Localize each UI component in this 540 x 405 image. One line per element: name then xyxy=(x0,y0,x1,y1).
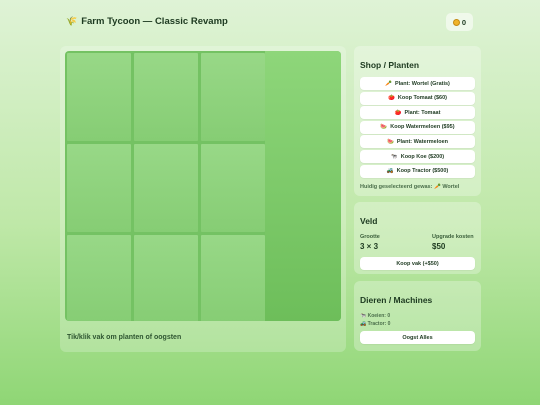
cows-count: 🐄 Koeien: 0 xyxy=(360,313,391,319)
shop-button-label: Plant: Wortel (Gratis) xyxy=(394,80,450,87)
coins-value: 0 xyxy=(461,17,467,27)
shop-button-label: Koop Koe ($200) xyxy=(400,153,445,160)
field-plot[interactable] xyxy=(134,53,198,141)
shop-button-label: Plant: Tomaat xyxy=(404,109,441,116)
field-plot[interactable] xyxy=(67,53,131,141)
shop-panel: Shop / Planten 🥕 Plant: Wortel (Gratis) 🍅 K… xyxy=(354,46,481,196)
shop-button[interactable]: 🍅 Koop Tomaat ($60) xyxy=(360,91,475,105)
field-plot[interactable] xyxy=(134,144,198,232)
animals-panel: Dieren / Machines 🐄 Koeien: 0 🚜 Tractor:… xyxy=(354,281,481,351)
field-panel: Veld Grootte 3 × 3 Upgrade kosten $50 Ko… xyxy=(354,202,481,274)
field-grid xyxy=(65,51,341,321)
selected-crop: Huidig geselecteerd gewas: 🥕 Wortel xyxy=(360,184,460,190)
shop-item-icon: 🍉 xyxy=(387,138,394,145)
shop-item-icon: 🍅 xyxy=(394,109,402,116)
app-title: Farm Tycoon — Classic Revamp xyxy=(81,16,228,27)
shop-item-icon: 🐄 xyxy=(390,153,398,160)
page-title: 🌾 Farm Tycoon — Classic Revamp xyxy=(66,16,228,27)
shop-button-label: Koop Tomaat ($60) xyxy=(397,95,447,102)
shop-button[interactable]: 🍉 Koop Watermeloen ($95) xyxy=(360,120,475,134)
shop-button-label: Koop Watermeloen ($95) xyxy=(390,124,455,131)
shop-button[interactable]: 🍅 Plant: Tomaat xyxy=(360,106,475,120)
shop-item-icon: 🍅 xyxy=(388,95,395,102)
coins-badge: 0 xyxy=(446,13,473,31)
field-plot[interactable] xyxy=(67,235,131,321)
shop-item-icon: 🚜 xyxy=(386,168,394,175)
shop-button-label: Koop Tractor ($500) xyxy=(396,168,449,175)
wheat-icon: 🌾 xyxy=(66,16,78,26)
animals-title: Dieren / Machines xyxy=(360,295,433,305)
coin-icon xyxy=(452,18,460,26)
field-size-label: Grootte xyxy=(360,234,380,240)
shop-item-icon: 🍉 xyxy=(380,124,388,131)
shop-button[interactable]: 🐄 Koop Koe ($200) xyxy=(360,150,475,163)
field-plot[interactable] xyxy=(201,235,265,321)
harvest-all-button[interactable]: Oogst Alles xyxy=(360,331,475,344)
shop-item-icon: 🥕 xyxy=(385,80,392,87)
shop-button-label: Plant: Watermeloen xyxy=(396,138,448,145)
field-plot[interactable] xyxy=(201,144,265,232)
buy-plot-button[interactable]: Koop vak (+$50) xyxy=(360,257,475,270)
top-bar: 🌾 Farm Tycoon — Classic Revamp 0 xyxy=(0,0,540,44)
board-hint: Tik/klik vak om planten of oogsten xyxy=(67,334,182,341)
upgrade-cost-label: Upgrade kosten xyxy=(432,234,474,240)
field-plot[interactable] xyxy=(134,235,198,321)
farm-board: Tik/klik vak om planten of oogsten xyxy=(60,46,346,352)
shop-button[interactable]: 🚜 Koop Tractor ($500) xyxy=(360,164,475,178)
field-edge xyxy=(265,51,341,321)
field-title: Veld xyxy=(360,216,378,226)
shop-button[interactable]: 🍉 Plant: Watermeloen xyxy=(360,135,475,149)
shop-title: Shop / Planten xyxy=(360,60,420,70)
field-size-value: 3 × 3 xyxy=(360,242,379,251)
field-plot[interactable] xyxy=(201,53,265,141)
tractors-count: 🚜 Tractor: 0 xyxy=(360,321,391,327)
field-plot[interactable] xyxy=(67,144,131,232)
upgrade-cost-value: $50 xyxy=(432,242,446,251)
shop-button[interactable]: 🥕 Plant: Wortel (Gratis) xyxy=(360,77,475,90)
